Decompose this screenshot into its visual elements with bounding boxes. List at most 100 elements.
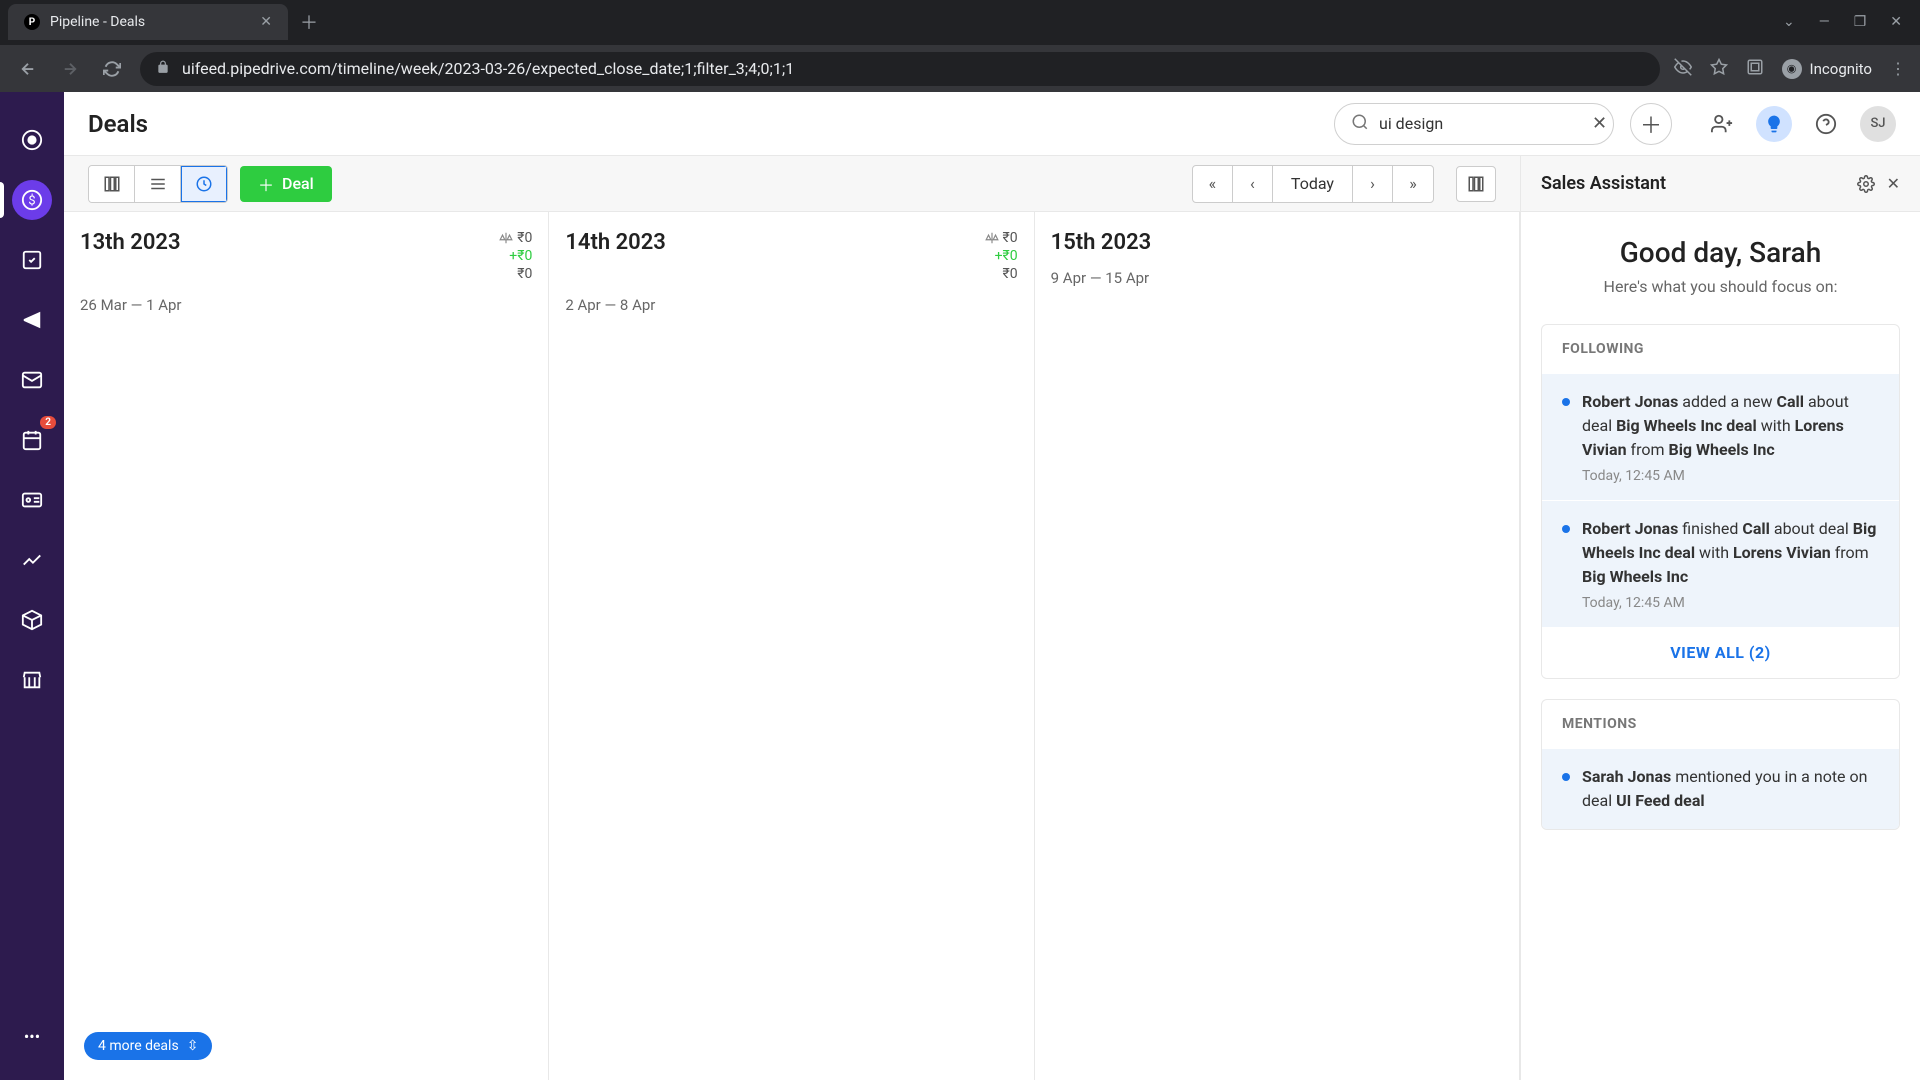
feed-text: Robert Jonas added a new Call about deal… <box>1582 390 1879 462</box>
sidebar-item-deals[interactable]: $ <box>12 180 52 220</box>
assistant-body[interactable]: Good day, Sarah Here's what you should f… <box>1521 212 1920 1080</box>
card-heading: FOLLOWING <box>1542 325 1899 373</box>
incognito-label: Incognito <box>1810 60 1872 78</box>
incognito-icon: ◉ <box>1782 59 1802 79</box>
assistant-toggle-button[interactable] <box>1756 106 1792 142</box>
eye-off-icon[interactable] <box>1674 58 1692 80</box>
feed-text: Robert Jonas finished Call about deal Bi… <box>1582 517 1879 589</box>
week-range: 26 Mar — 1 Apr <box>80 296 532 314</box>
browser-chrome: P Pipeline - Deals ✕ ＋ ⌄ ― ❐ ✕ uifeed.pi… <box>0 0 1920 92</box>
new-tab-button[interactable]: ＋ <box>300 9 318 35</box>
close-assistant-icon[interactable]: ✕ <box>1887 174 1900 193</box>
week-column: 13th 2023 ₹0 +₹0 ₹0 26 Mar — 1 Apr <box>64 212 549 1080</box>
sidebar-item-campaigns[interactable] <box>12 300 52 340</box>
extension-icon[interactable] <box>1746 58 1764 80</box>
maximize-icon[interactable]: ❐ <box>1854 14 1867 30</box>
sidebar-item-marketplace[interactable] <box>12 660 52 700</box>
topbar: Deals ✕ ＋ SJ <box>64 92 1920 156</box>
sidebar-item-products[interactable] <box>12 600 52 640</box>
svg-text:$: $ <box>28 194 35 209</box>
quick-add-button[interactable]: ＋ <box>1630 103 1672 145</box>
today-button[interactable]: Today <box>1273 166 1353 202</box>
url-input[interactable]: uifeed.pipedrive.com/timeline/week/2023-… <box>140 52 1660 86</box>
sidebar-item-insights[interactable] <box>12 540 52 580</box>
sidebar-more-button[interactable]: ••• <box>12 1016 52 1056</box>
week-title: 15th 2023 <box>1051 230 1152 255</box>
address-bar: uifeed.pipedrive.com/timeline/week/2023-… <box>0 44 1920 92</box>
star-icon[interactable] <box>1710 58 1728 80</box>
unread-dot-icon <box>1562 773 1570 781</box>
forecast-view-button[interactable] <box>181 166 227 202</box>
feed-item[interactable]: Robert Jonas finished Call about deal Bi… <box>1542 500 1899 627</box>
search-icon <box>1351 113 1369 135</box>
close-window-icon[interactable]: ✕ <box>1890 14 1902 30</box>
minimize-icon[interactable]: ― <box>1819 14 1830 30</box>
deal-button-label: Deal <box>282 174 314 193</box>
chevron-down-icon[interactable]: ⌄ <box>1783 14 1795 30</box>
forecast-settings-button[interactable] <box>1456 166 1496 202</box>
week-column: 15th 2023 9 Apr — 15 Apr <box>1035 212 1520 1080</box>
view-switcher <box>88 165 228 203</box>
plus-icon: ＋ <box>258 172 274 196</box>
gear-icon[interactable] <box>1857 175 1875 193</box>
view-all-button[interactable]: VIEW ALL (2) <box>1542 627 1899 678</box>
feed-item[interactable]: Robert Jonas added a new Call about deal… <box>1542 373 1899 500</box>
sidebar-item-mail[interactable] <box>12 360 52 400</box>
week-stats: ₹0 +₹0 ₹0 <box>499 230 532 282</box>
help-icon[interactable] <box>1808 106 1844 142</box>
forward-button[interactable] <box>56 55 84 83</box>
timeline-grid: 13th 2023 ₹0 +₹0 ₹0 26 Mar — 1 Apr 14th … <box>64 212 1520 1080</box>
sidebar-item-activities[interactable]: 2 <box>12 420 52 460</box>
close-tab-icon[interactable]: ✕ <box>260 14 272 30</box>
assistant-header: Sales Assistant ✕ <box>1521 156 1920 212</box>
lock-icon <box>156 59 170 78</box>
favicon: P <box>24 14 40 30</box>
user-avatar[interactable]: SJ <box>1860 106 1896 142</box>
main-area: Deals ✕ ＋ SJ <box>64 92 1920 1080</box>
invite-users-icon[interactable] <box>1704 106 1740 142</box>
pipeline-view-button[interactable] <box>89 166 135 202</box>
scale-icon <box>985 231 999 245</box>
search-box[interactable]: ✕ <box>1334 103 1614 145</box>
tab-title: Pipeline - Deals <box>50 14 250 30</box>
feed-item[interactable]: Sarah Jonas mentioned you in a note on d… <box>1542 748 1899 829</box>
sidebar-item-projects[interactable] <box>12 240 52 280</box>
tab-bar: P Pipeline - Deals ✕ ＋ ⌄ ― ❐ ✕ <box>0 0 1920 44</box>
date-navigator: « ‹ Today › » <box>1192 165 1434 203</box>
menu-icon[interactable]: ⋮ <box>1890 59 1906 78</box>
back-button[interactable] <box>14 55 42 83</box>
sidebar-item-contacts[interactable] <box>12 480 52 520</box>
week-range: 2 Apr — 8 Apr <box>565 296 1017 314</box>
unread-dot-icon <box>1562 398 1570 406</box>
clear-search-icon[interactable]: ✕ <box>1592 113 1607 134</box>
browser-tab[interactable]: P Pipeline - Deals ✕ <box>8 4 288 40</box>
feed-timestamp: Today, 12:45 AM <box>1582 595 1879 611</box>
toolbar: ＋ Deal « ‹ Today › » <box>64 156 1520 212</box>
prev-button[interactable]: ‹ <box>1233 166 1273 202</box>
card-heading: MENTIONS <box>1542 700 1899 748</box>
assistant-title: Sales Assistant <box>1541 173 1845 194</box>
week-title: 14th 2023 <box>565 230 666 255</box>
jump-back-button[interactable]: « <box>1193 166 1233 202</box>
window-controls: ⌄ ― ❐ ✕ <box>1783 14 1920 30</box>
unread-dot-icon <box>1562 525 1570 533</box>
subgreeting: Here's what you should focus on: <box>1541 277 1900 296</box>
list-view-button[interactable] <box>135 166 181 202</box>
jump-forward-button[interactable]: » <box>1393 166 1433 202</box>
week-title: 13th 2023 <box>80 230 181 255</box>
mentions-card: MENTIONS Sarah Jonas mentioned you in a … <box>1541 699 1900 830</box>
sidebar-item-leads[interactable] <box>12 120 52 160</box>
more-deals-button[interactable]: 4 more deals⇳ <box>84 1032 212 1060</box>
week-range: 9 Apr — 15 Apr <box>1051 269 1503 287</box>
search-input[interactable] <box>1379 114 1582 133</box>
reload-button[interactable] <box>98 55 126 83</box>
following-card: FOLLOWING Robert Jonas added a new Call … <box>1541 324 1900 679</box>
expand-icon: ⇳ <box>187 1038 199 1054</box>
feed-timestamp: Today, 12:45 AM <box>1582 468 1879 484</box>
add-deal-button[interactable]: ＋ Deal <box>240 166 332 202</box>
incognito-badge[interactable]: ◉ Incognito <box>1782 59 1872 79</box>
sidebar: $ 2 ••• <box>0 92 64 1080</box>
next-button[interactable]: › <box>1353 166 1393 202</box>
week-column: 14th 2023 ₹0 +₹0 ₹0 2 Apr — 8 Apr <box>549 212 1034 1080</box>
address-bar-icons: ◉ Incognito ⋮ <box>1674 58 1906 80</box>
